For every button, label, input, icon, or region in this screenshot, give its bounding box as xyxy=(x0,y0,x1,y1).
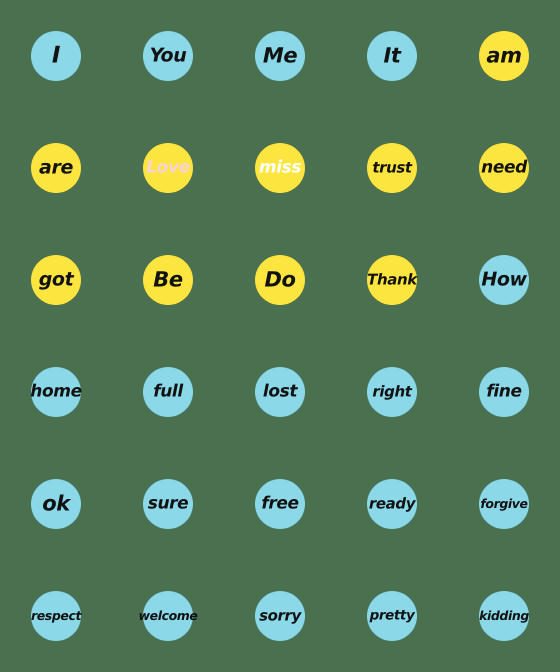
sticker-word: free xyxy=(261,493,299,514)
sticker-are[interactable]: are xyxy=(0,112,112,224)
sticker-word: Do xyxy=(264,267,296,292)
sticker-how[interactable]: How xyxy=(448,224,560,336)
sticker-sorry[interactable]: sorry xyxy=(224,560,336,672)
sticker-it[interactable]: It xyxy=(336,0,448,112)
sticker-miss[interactable]: miss xyxy=(224,112,336,224)
sticker-bubble: got xyxy=(31,255,81,305)
sticker-bubble: Do xyxy=(255,255,305,305)
sticker-bubble: forgive xyxy=(479,479,529,529)
sticker-word: pretty xyxy=(369,607,415,624)
sticker-bubble: trust xyxy=(367,143,417,193)
sticker-word: forgive xyxy=(480,495,528,511)
sticker-bubble: lost xyxy=(255,367,305,417)
sticker-bubble: free xyxy=(255,479,305,529)
sticker-word: home xyxy=(30,381,82,402)
sticker-need[interactable]: need xyxy=(448,112,560,224)
sticker-do[interactable]: Do xyxy=(224,224,336,336)
sticker-bubble: home xyxy=(30,367,82,417)
sticker-bubble: welcome xyxy=(138,591,198,641)
emoji-sticker-sheet: I You Me It am are Love miss trust need got Be Do Tha… xyxy=(0,0,560,672)
sticker-word: trust xyxy=(372,158,412,177)
sticker-bubble: Love xyxy=(143,143,193,193)
sticker-you[interactable]: You xyxy=(112,0,224,112)
sticker-bubble: It xyxy=(367,31,417,81)
sticker-word: Thank xyxy=(367,270,417,289)
sticker-trust[interactable]: trust xyxy=(336,112,448,224)
sticker-be[interactable]: Be xyxy=(112,224,224,336)
sticker-word: miss xyxy=(258,157,302,178)
sticker-bubble: am xyxy=(479,31,529,81)
sticker-bubble: fine xyxy=(479,367,529,417)
sticker-word: How xyxy=(481,268,527,291)
sticker-bubble: need xyxy=(479,143,529,193)
sticker-word: Be xyxy=(153,267,183,292)
sticker-word: right xyxy=(372,382,412,401)
sticker-right[interactable]: right xyxy=(336,336,448,448)
sticker-bubble: miss xyxy=(255,143,305,193)
sticker-bubble: You xyxy=(143,31,193,81)
sticker-word: welcome xyxy=(138,607,198,623)
sticker-bubble: sure xyxy=(143,479,193,529)
sticker-got[interactable]: got xyxy=(0,224,112,336)
sticker-bubble: ready xyxy=(367,479,417,529)
sticker-bubble: How xyxy=(479,255,529,305)
sticker-word: ok xyxy=(42,491,70,516)
sticker-word: sorry xyxy=(259,606,301,625)
sticker-word: fine xyxy=(486,381,522,402)
sticker-word: ready xyxy=(368,494,416,513)
sticker-word: need xyxy=(481,157,527,178)
sticker-bubble: respect xyxy=(31,591,81,641)
sticker-word: I xyxy=(51,42,61,69)
sticker-respect[interactable]: respect xyxy=(0,560,112,672)
sticker-word: full xyxy=(153,381,183,402)
sticker-bubble: Me xyxy=(255,31,305,81)
sticker-bubble: I xyxy=(31,31,81,81)
sticker-am[interactable]: am xyxy=(448,0,560,112)
sticker-word: got xyxy=(38,268,74,291)
sticker-word: lost xyxy=(262,381,298,402)
sticker-kidding[interactable]: kidding xyxy=(448,560,560,672)
sticker-bubble: right xyxy=(367,367,417,417)
sticker-bubble: pretty xyxy=(367,591,417,641)
sticker-bubble: sorry xyxy=(255,591,305,641)
sticker-ok[interactable]: ok xyxy=(0,448,112,560)
sticker-word: respect xyxy=(30,607,82,623)
sticker-welcome[interactable]: welcome xyxy=(112,560,224,672)
sticker-bubble: kidding xyxy=(479,591,529,641)
sticker-word: am xyxy=(486,43,522,68)
sticker-word: kidding xyxy=(479,607,529,623)
sticker-me[interactable]: Me xyxy=(224,0,336,112)
sticker-pretty[interactable]: pretty xyxy=(336,560,448,672)
sticker-free[interactable]: free xyxy=(224,448,336,560)
sticker-fine[interactable]: fine xyxy=(448,336,560,448)
sticker-bubble: full xyxy=(143,367,193,417)
sticker-lost[interactable]: lost xyxy=(224,336,336,448)
sticker-forgive[interactable]: forgive xyxy=(448,448,560,560)
sticker-word: Love xyxy=(146,157,190,178)
sticker-thank[interactable]: Thank xyxy=(336,224,448,336)
sticker-word: are xyxy=(39,156,73,179)
sticker-full[interactable]: full xyxy=(112,336,224,448)
sticker-i[interactable]: I xyxy=(0,0,112,112)
sticker-sure[interactable]: sure xyxy=(112,448,224,560)
sticker-bubble: Thank xyxy=(367,255,417,305)
sticker-love[interactable]: Love xyxy=(112,112,224,224)
sticker-word: You xyxy=(149,44,187,67)
sticker-bubble: are xyxy=(31,143,81,193)
sticker-ready[interactable]: ready xyxy=(336,448,448,560)
sticker-word: It xyxy=(383,43,401,68)
sticker-word: sure xyxy=(147,493,189,514)
sticker-bubble: ok xyxy=(31,479,81,529)
sticker-home[interactable]: home xyxy=(0,336,112,448)
sticker-bubble: Be xyxy=(143,255,193,305)
sticker-word: Me xyxy=(262,43,298,68)
